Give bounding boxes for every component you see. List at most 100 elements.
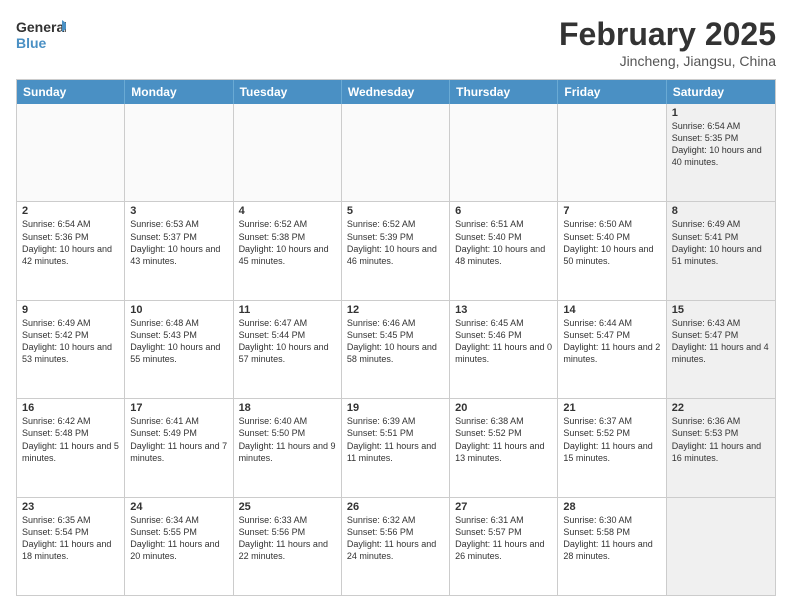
- day-number: 3: [130, 205, 227, 217]
- calendar-cell: 17Sunrise: 6:41 AM Sunset: 5:49 PM Dayli…: [125, 399, 233, 496]
- calendar-row: 23Sunrise: 6:35 AM Sunset: 5:54 PM Dayli…: [17, 498, 775, 595]
- header: General Blue February 2025 Jincheng, Jia…: [16, 16, 776, 69]
- day-number: 12: [347, 304, 444, 316]
- cell-info: Sunrise: 6:51 AM Sunset: 5:40 PM Dayligh…: [455, 218, 552, 267]
- calendar-row: 16Sunrise: 6:42 AM Sunset: 5:48 PM Dayli…: [17, 399, 775, 497]
- day-number: 21: [563, 402, 660, 414]
- calendar-cell: 15Sunrise: 6:43 AM Sunset: 5:47 PM Dayli…: [667, 301, 775, 398]
- day-number: 22: [672, 402, 770, 414]
- cell-info: Sunrise: 6:35 AM Sunset: 5:54 PM Dayligh…: [22, 514, 119, 563]
- calendar-cell: 5Sunrise: 6:52 AM Sunset: 5:39 PM Daylig…: [342, 202, 450, 299]
- cell-info: Sunrise: 6:44 AM Sunset: 5:47 PM Dayligh…: [563, 317, 660, 366]
- weekday-header: Monday: [125, 80, 233, 104]
- calendar-cell: 8Sunrise: 6:49 AM Sunset: 5:41 PM Daylig…: [667, 202, 775, 299]
- day-number: 15: [672, 304, 770, 316]
- calendar-header: SundayMondayTuesdayWednesdayThursdayFrid…: [17, 80, 775, 104]
- day-number: 5: [347, 205, 444, 217]
- calendar-cell: [17, 104, 125, 201]
- svg-text:General: General: [16, 19, 66, 35]
- calendar-cell: 21Sunrise: 6:37 AM Sunset: 5:52 PM Dayli…: [558, 399, 666, 496]
- day-number: 9: [22, 304, 119, 316]
- day-number: 18: [239, 402, 336, 414]
- day-number: 16: [22, 402, 119, 414]
- day-number: 13: [455, 304, 552, 316]
- day-number: 26: [347, 501, 444, 513]
- cell-info: Sunrise: 6:42 AM Sunset: 5:48 PM Dayligh…: [22, 415, 119, 464]
- weekday-header: Wednesday: [342, 80, 450, 104]
- calendar-cell: 14Sunrise: 6:44 AM Sunset: 5:47 PM Dayli…: [558, 301, 666, 398]
- cell-info: Sunrise: 6:46 AM Sunset: 5:45 PM Dayligh…: [347, 317, 444, 366]
- cell-info: Sunrise: 6:31 AM Sunset: 5:57 PM Dayligh…: [455, 514, 552, 563]
- calendar-cell: 7Sunrise: 6:50 AM Sunset: 5:40 PM Daylig…: [558, 202, 666, 299]
- calendar-cell: 2Sunrise: 6:54 AM Sunset: 5:36 PM Daylig…: [17, 202, 125, 299]
- cell-info: Sunrise: 6:48 AM Sunset: 5:43 PM Dayligh…: [130, 317, 227, 366]
- logo-svg: General Blue: [16, 16, 66, 52]
- cell-info: Sunrise: 6:47 AM Sunset: 5:44 PM Dayligh…: [239, 317, 336, 366]
- calendar-cell: 9Sunrise: 6:49 AM Sunset: 5:42 PM Daylig…: [17, 301, 125, 398]
- calendar-row: 2Sunrise: 6:54 AM Sunset: 5:36 PM Daylig…: [17, 202, 775, 300]
- day-number: 25: [239, 501, 336, 513]
- cell-info: Sunrise: 6:37 AM Sunset: 5:52 PM Dayligh…: [563, 415, 660, 464]
- cell-info: Sunrise: 6:32 AM Sunset: 5:56 PM Dayligh…: [347, 514, 444, 563]
- calendar-cell: 4Sunrise: 6:52 AM Sunset: 5:38 PM Daylig…: [234, 202, 342, 299]
- day-number: 24: [130, 501, 227, 513]
- page: General Blue February 2025 Jincheng, Jia…: [0, 0, 792, 612]
- cell-info: Sunrise: 6:54 AM Sunset: 5:36 PM Dayligh…: [22, 218, 119, 267]
- cell-info: Sunrise: 6:52 AM Sunset: 5:38 PM Dayligh…: [239, 218, 336, 267]
- calendar-cell: 22Sunrise: 6:36 AM Sunset: 5:53 PM Dayli…: [667, 399, 775, 496]
- cell-info: Sunrise: 6:54 AM Sunset: 5:35 PM Dayligh…: [672, 120, 770, 169]
- location: Jincheng, Jiangsu, China: [559, 53, 776, 69]
- calendar-cell: 23Sunrise: 6:35 AM Sunset: 5:54 PM Dayli…: [17, 498, 125, 595]
- calendar: SundayMondayTuesdayWednesdayThursdayFrid…: [16, 79, 776, 596]
- calendar-cell: 19Sunrise: 6:39 AM Sunset: 5:51 PM Dayli…: [342, 399, 450, 496]
- calendar-cell: 13Sunrise: 6:45 AM Sunset: 5:46 PM Dayli…: [450, 301, 558, 398]
- day-number: 20: [455, 402, 552, 414]
- cell-info: Sunrise: 6:39 AM Sunset: 5:51 PM Dayligh…: [347, 415, 444, 464]
- calendar-cell: [125, 104, 233, 201]
- logo: General Blue: [16, 16, 66, 52]
- calendar-cell: 1Sunrise: 6:54 AM Sunset: 5:35 PM Daylig…: [667, 104, 775, 201]
- cell-info: Sunrise: 6:41 AM Sunset: 5:49 PM Dayligh…: [130, 415, 227, 464]
- day-number: 8: [672, 205, 770, 217]
- cell-info: Sunrise: 6:49 AM Sunset: 5:41 PM Dayligh…: [672, 218, 770, 267]
- title-area: February 2025 Jincheng, Jiangsu, China: [559, 16, 776, 69]
- calendar-cell: 6Sunrise: 6:51 AM Sunset: 5:40 PM Daylig…: [450, 202, 558, 299]
- day-number: 14: [563, 304, 660, 316]
- calendar-cell: 11Sunrise: 6:47 AM Sunset: 5:44 PM Dayli…: [234, 301, 342, 398]
- calendar-cell: [667, 498, 775, 595]
- cell-info: Sunrise: 6:43 AM Sunset: 5:47 PM Dayligh…: [672, 317, 770, 366]
- cell-info: Sunrise: 6:34 AM Sunset: 5:55 PM Dayligh…: [130, 514, 227, 563]
- weekday-header: Thursday: [450, 80, 558, 104]
- cell-info: Sunrise: 6:30 AM Sunset: 5:58 PM Dayligh…: [563, 514, 660, 563]
- day-number: 1: [672, 107, 770, 119]
- calendar-cell: [558, 104, 666, 201]
- cell-info: Sunrise: 6:33 AM Sunset: 5:56 PM Dayligh…: [239, 514, 336, 563]
- cell-info: Sunrise: 6:52 AM Sunset: 5:39 PM Dayligh…: [347, 218, 444, 267]
- weekday-header: Friday: [558, 80, 666, 104]
- day-number: 17: [130, 402, 227, 414]
- month-title: February 2025: [559, 16, 776, 53]
- day-number: 7: [563, 205, 660, 217]
- calendar-cell: 18Sunrise: 6:40 AM Sunset: 5:50 PM Dayli…: [234, 399, 342, 496]
- weekday-header: Sunday: [17, 80, 125, 104]
- cell-info: Sunrise: 6:38 AM Sunset: 5:52 PM Dayligh…: [455, 415, 552, 464]
- cell-info: Sunrise: 6:40 AM Sunset: 5:50 PM Dayligh…: [239, 415, 336, 464]
- calendar-cell: [234, 104, 342, 201]
- cell-info: Sunrise: 6:45 AM Sunset: 5:46 PM Dayligh…: [455, 317, 552, 366]
- calendar-body: 1Sunrise: 6:54 AM Sunset: 5:35 PM Daylig…: [17, 104, 775, 595]
- calendar-cell: 12Sunrise: 6:46 AM Sunset: 5:45 PM Dayli…: [342, 301, 450, 398]
- calendar-cell: 10Sunrise: 6:48 AM Sunset: 5:43 PM Dayli…: [125, 301, 233, 398]
- calendar-cell: 26Sunrise: 6:32 AM Sunset: 5:56 PM Dayli…: [342, 498, 450, 595]
- day-number: 10: [130, 304, 227, 316]
- day-number: 28: [563, 501, 660, 513]
- day-number: 6: [455, 205, 552, 217]
- svg-text:Blue: Blue: [16, 35, 47, 51]
- calendar-cell: 24Sunrise: 6:34 AM Sunset: 5:55 PM Dayli…: [125, 498, 233, 595]
- cell-info: Sunrise: 6:36 AM Sunset: 5:53 PM Dayligh…: [672, 415, 770, 464]
- cell-info: Sunrise: 6:49 AM Sunset: 5:42 PM Dayligh…: [22, 317, 119, 366]
- calendar-row: 1Sunrise: 6:54 AM Sunset: 5:35 PM Daylig…: [17, 104, 775, 202]
- weekday-header: Tuesday: [234, 80, 342, 104]
- day-number: 23: [22, 501, 119, 513]
- calendar-row: 9Sunrise: 6:49 AM Sunset: 5:42 PM Daylig…: [17, 301, 775, 399]
- calendar-cell: 25Sunrise: 6:33 AM Sunset: 5:56 PM Dayli…: [234, 498, 342, 595]
